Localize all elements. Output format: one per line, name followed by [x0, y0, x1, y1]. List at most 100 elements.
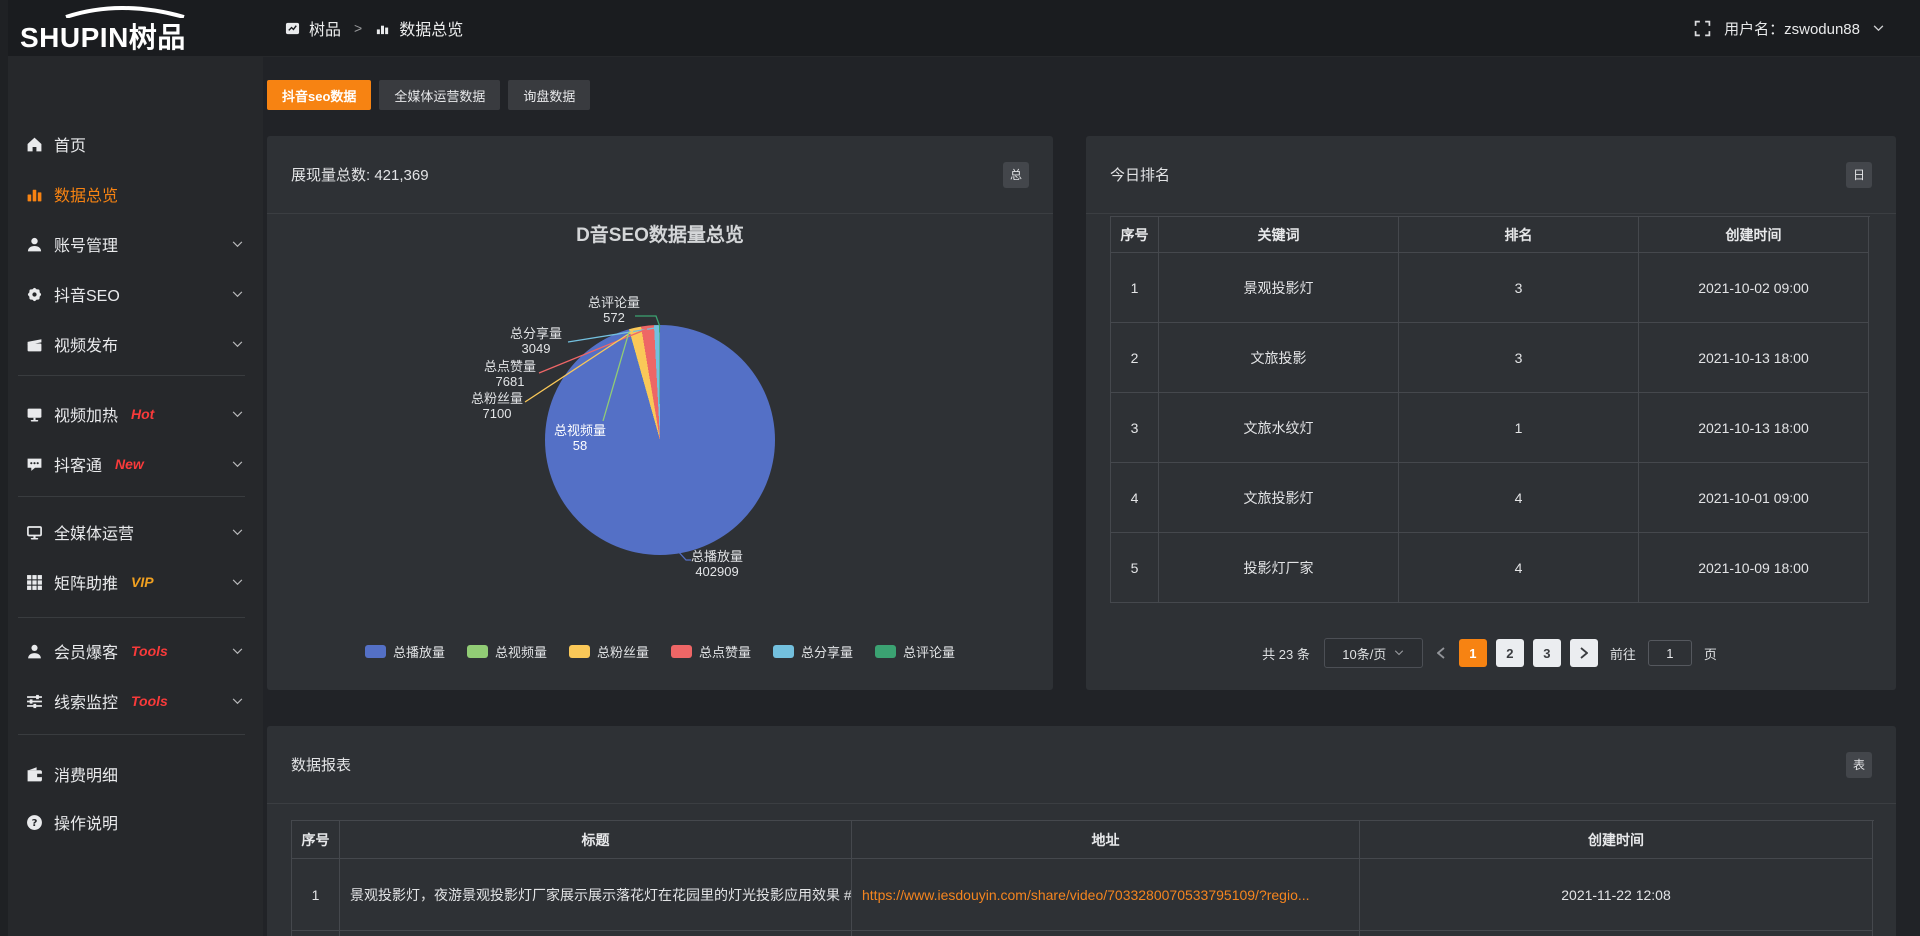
sidebar-item-label: 操作说明	[54, 810, 118, 834]
pagination: 共 23 条 10条/页 1 2 3 前往 页	[1086, 638, 1896, 668]
chevron-left-icon	[1437, 647, 1445, 659]
sliders-icon	[25, 692, 43, 710]
username[interactable]: 用户名：zswodun88	[1724, 18, 1860, 39]
goto-label: 前往	[1610, 644, 1636, 663]
sidebar-item-member-baoke[interactable]: 会员爆客 Tools	[0, 633, 263, 669]
chevron-down-icon	[232, 461, 243, 468]
legend-item-plays[interactable]: 总播放量	[365, 642, 445, 661]
table-badge[interactable]: 表	[1846, 752, 1872, 778]
home-icon	[25, 135, 43, 153]
sidebar-item-label: 视频发布	[54, 332, 118, 356]
sidebar-item-omnimedia[interactable]: 全媒体运营	[0, 514, 263, 550]
sidebar-item-consumption-detail[interactable]: 消费明细	[0, 756, 263, 792]
dashboard-icon	[285, 21, 300, 36]
prev-page-button[interactable]	[1432, 647, 1450, 659]
tab-inquiry-data[interactable]: 询盘数据	[508, 80, 590, 110]
sidebar-item-label: 首页	[54, 132, 86, 156]
chart-panel: 展现量总数: 421,369 总 D音SEO数据量总览 总评论量572 总分享量…	[267, 136, 1053, 690]
app: SHUPIN树品 树品 > 数据总览 用户名：zswodun88 首页 数据总览…	[0, 0, 1920, 936]
logo[interactable]: SHUPIN树品	[20, 6, 250, 50]
legend-item-comments[interactable]: 总评论量	[875, 642, 955, 661]
day-badge[interactable]: 日	[1846, 162, 1872, 188]
page-2-button[interactable]: 2	[1496, 639, 1524, 667]
impressions-total: 展现量总数: 421,369	[291, 164, 429, 185]
topbar-right: 用户名：zswodun88	[1694, 0, 1884, 56]
page-size-select[interactable]: 10条/页	[1324, 638, 1423, 668]
wallet-icon	[25, 765, 43, 783]
table-row: 4 文旅投影灯 4 2021-10-01 09:00	[1111, 463, 1870, 533]
sidebar-divider	[18, 734, 245, 735]
pie-label-likes: 总点赞量7681	[484, 359, 536, 389]
legend-swatch	[569, 645, 590, 658]
chevron-down-icon	[1873, 25, 1884, 32]
chevron-down-icon	[1394, 650, 1404, 656]
fullscreen-icon[interactable]	[1694, 20, 1711, 37]
next-page-button[interactable]	[1570, 639, 1598, 667]
table-row: 3 文旅水纹灯 1 2021-10-13 18:00	[1111, 393, 1870, 463]
chevron-down-icon	[232, 529, 243, 536]
sidebar-item-home[interactable]: 首页	[0, 126, 263, 162]
table-row: 1 景观投影灯，夜游景观投影灯厂家展示展示落花灯在花园里的灯光投影应用效果 # …	[292, 859, 1874, 931]
goto-page-input[interactable]	[1648, 640, 1692, 666]
breadcrumb: 树品 > 数据总览	[285, 0, 463, 56]
report-table: 序号 标题 地址 创建时间 1 景观投影灯，夜游景观投影灯厂家展示展示落花灯在花…	[291, 820, 1874, 936]
chevron-down-icon	[232, 698, 243, 705]
bar-chart-icon	[25, 185, 43, 203]
logo-text: SHUPIN树品	[20, 16, 186, 56]
sidebar-item-douyin-seo[interactable]: 抖音SEO	[0, 276, 263, 312]
question-circle-icon: ?	[25, 813, 43, 831]
sidebar-item-video-heat[interactable]: 视频加热 Hot	[0, 396, 263, 432]
sidebar-item-label: 抖音SEO	[54, 282, 120, 306]
total-badge[interactable]: 总	[1003, 162, 1029, 188]
legend-item-shares[interactable]: 总分享量	[773, 642, 853, 661]
grid-icon	[25, 573, 43, 591]
sidebar-item-data-overview[interactable]: 数据总览	[0, 176, 263, 212]
legend-item-videos[interactable]: 总视频量	[467, 642, 547, 661]
sidebar-item-label: 会员爆客	[54, 639, 118, 663]
sidebar-item-label: 账号管理	[54, 232, 118, 256]
gear-icon	[25, 285, 43, 303]
legend-item-fans[interactable]: 总粉丝量	[569, 642, 649, 661]
ranking-title: 今日排名	[1110, 164, 1170, 185]
sidebar-item-label: 消费明细	[54, 762, 118, 786]
sidebar-item-label: 线索监控	[54, 689, 118, 713]
sidebar-item-label: 全媒体运营	[54, 520, 134, 544]
legend-item-likes[interactable]: 总点赞量	[671, 642, 751, 661]
breadcrumb-separator: >	[354, 20, 362, 36]
page-3-button[interactable]: 3	[1533, 639, 1561, 667]
pie-label-videos: 总视频量58	[554, 423, 606, 453]
vip-tag: VIP	[131, 574, 154, 590]
pie-label-shares: 总分享量3049	[510, 326, 562, 356]
breadcrumb-root[interactable]: 树品	[309, 16, 341, 40]
table-row: 2 文旅投影 3 2021-10-13 18:00	[1111, 323, 1870, 393]
sidebar-item-douketong[interactable]: 抖客通 New	[0, 446, 263, 482]
ranking-panel-header: 今日排名 日	[1086, 136, 1896, 214]
bar-chart-icon	[375, 21, 390, 36]
chevron-down-icon	[232, 341, 243, 348]
top-header: SHUPIN树品 树品 > 数据总览 用户名：zswodun88	[0, 0, 1920, 57]
sidebar-item-label: 数据总览	[54, 182, 118, 206]
sidebar-item-matrix-boost[interactable]: 矩阵助推 VIP	[0, 564, 263, 600]
ranking-table: 序号 关键词 排名 创建时间 1 景观投影灯 3 2021-10-02 09:0…	[1110, 216, 1870, 603]
chevron-down-icon	[232, 579, 243, 586]
display-icon	[25, 523, 43, 541]
hot-tag: Hot	[131, 406, 154, 422]
sidebar-item-instructions[interactable]: ? 操作说明	[0, 804, 263, 840]
pie-label-plays: 总播放量402909	[691, 549, 743, 579]
report-row-url[interactable]: https://www.iesdouyin.com/share/video/70…	[852, 859, 1360, 931]
chevron-down-icon	[232, 241, 243, 248]
sidebar-item-label: 抖客通	[54, 452, 102, 476]
new-tag: New	[115, 456, 144, 472]
chevron-down-icon	[232, 648, 243, 655]
sidebar-item-video-publish[interactable]: 视频发布	[0, 326, 263, 362]
chart-panel-header: 展现量总数: 421,369 总	[267, 136, 1053, 214]
page-1-button[interactable]: 1	[1459, 639, 1487, 667]
sidebar-item-lead-monitor[interactable]: 线索监控 Tools	[0, 683, 263, 719]
sidebar-divider	[18, 617, 245, 618]
tab-douyin-seo-data[interactable]: 抖音seo数据	[267, 80, 371, 110]
person-icon	[25, 642, 43, 660]
tab-omnimedia-data[interactable]: 全媒体运营数据	[379, 80, 500, 110]
ranking-panel: 今日排名 日 序号 关键词 排名 创建时间 1 景观投影灯 3 2021-10-…	[1086, 136, 1896, 690]
monitor-icon	[25, 405, 43, 423]
sidebar-item-account-management[interactable]: 账号管理	[0, 226, 263, 262]
